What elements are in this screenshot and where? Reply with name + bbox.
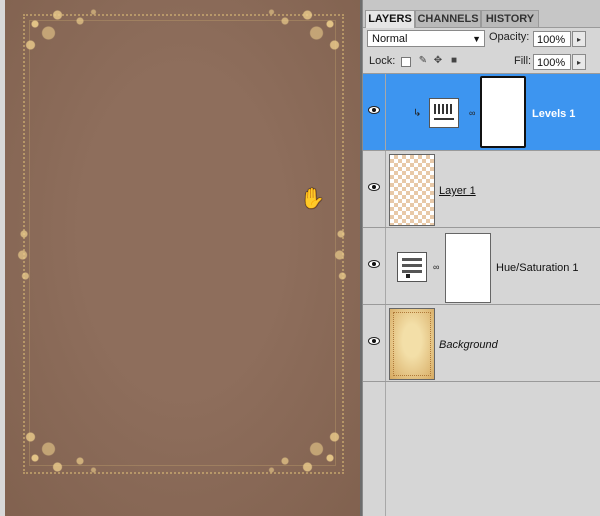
blend-mode-value: Normal (372, 33, 408, 45)
layer-name[interactable]: Levels 1 (532, 108, 575, 120)
ornament-corner-top-left (17, 6, 107, 66)
ornament-corner-top-right (258, 6, 348, 66)
fill-label: Fill: (514, 55, 532, 67)
opacity-label: Opacity: (489, 31, 530, 43)
layer-name[interactable]: Layer 1 (439, 185, 476, 197)
layer-row-hue-saturation[interactable]: ∞ Hue/Saturation 1 (363, 228, 600, 305)
lock-row: Lock: ✎ ✥ ■ Fill: 100% ▸ (363, 51, 600, 74)
empty-layers-area (363, 382, 386, 516)
visibility-toggle[interactable] (363, 305, 386, 381)
ornament-corner-bottom-right (258, 416, 348, 476)
hand-cursor-icon: ✋ (300, 188, 325, 210)
ornament-side-right (334, 220, 348, 290)
layer-mask-thumbnail[interactable] (445, 233, 491, 303)
chain-link-icon[interactable]: ∞ (433, 262, 439, 272)
panel-tabs: LAYERS CHANNELS HISTORY (363, 0, 600, 28)
layer-thumbnail[interactable] (389, 154, 435, 226)
layers-panel: LAYERS CHANNELS HISTORY Normal ▼ Opacity… (362, 0, 600, 516)
lock-label: Lock: (369, 55, 396, 67)
clip-arrow-icon: ↳ (413, 108, 422, 119)
eye-icon[interactable] (368, 183, 380, 192)
eye-icon[interactable] (368, 337, 380, 346)
visibility-toggle[interactable] (363, 151, 386, 227)
eye-icon[interactable] (368, 260, 380, 269)
tab-layers[interactable]: LAYERS (365, 10, 415, 28)
chain-link-icon[interactable]: ∞ (469, 108, 475, 118)
fill-slider-button[interactable]: ▸ (572, 54, 586, 70)
layer-name[interactable]: Hue/Saturation 1 (496, 262, 579, 274)
document-canvas-area[interactable]: ✋ (0, 0, 362, 516)
layer-name[interactable]: Background (439, 339, 498, 351)
vintage-paper-document[interactable]: ✋ (5, 0, 360, 516)
lock-image-pixels-icon[interactable]: ✎ (417, 55, 429, 67)
blend-mode-select[interactable]: Normal ▼ (367, 30, 485, 47)
opacity-slider-button[interactable]: ▸ (572, 31, 586, 47)
layer-row-levels[interactable]: ↳ ∞ Levels 1 (363, 74, 600, 151)
layer-row-background[interactable]: Background (363, 305, 600, 382)
ornament-inner-border (29, 20, 336, 466)
lock-transparent-pixels-icon[interactable] (401, 57, 411, 67)
visibility-toggle[interactable] (363, 228, 386, 304)
opacity-input[interactable]: 100% (533, 31, 571, 47)
tab-channels[interactable]: CHANNELS (415, 10, 481, 27)
levels-adjustment-icon[interactable] (429, 98, 459, 128)
layer-row-layer-1[interactable]: Layer 1 (363, 151, 600, 228)
hue-saturation-adjustment-icon[interactable] (397, 252, 427, 282)
layer-mask-thumbnail[interactable] (480, 76, 526, 148)
lock-position-icon[interactable]: ✥ (432, 55, 444, 67)
fill-input[interactable]: 100% (533, 54, 571, 70)
ornament-side-left (17, 220, 31, 290)
chevron-down-icon: ▼ (472, 34, 481, 44)
layer-thumbnail[interactable] (389, 308, 435, 380)
eye-icon[interactable] (368, 106, 380, 115)
lock-all-icon[interactable]: ■ (448, 55, 460, 67)
tab-history[interactable]: HISTORY (481, 10, 539, 27)
ornament-corner-bottom-left (17, 416, 107, 476)
blend-row: Normal ▼ Opacity: 100% ▸ (363, 28, 600, 50)
visibility-toggle[interactable] (363, 74, 386, 150)
